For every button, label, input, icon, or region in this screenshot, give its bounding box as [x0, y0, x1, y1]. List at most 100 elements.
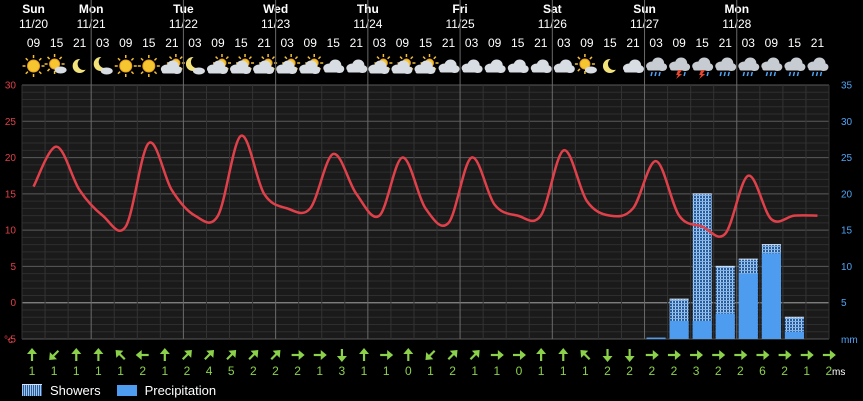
wind-arrow-icon — [469, 350, 480, 361]
right-axis-tick: 35 — [841, 81, 853, 92]
wind-speed-label: 1 — [95, 364, 102, 378]
wind-arrow-icon — [734, 350, 748, 360]
wind-speed-label: 1 — [493, 364, 500, 378]
wind-arrow-icon — [425, 349, 436, 360]
plot-area: 302520151050-5°c3530252015105mm — [4, 0, 858, 346]
cloud-icon — [507, 59, 529, 73]
wind-arrow-icon — [403, 348, 414, 361]
wind-arrow-icon — [71, 348, 82, 361]
wind-speed-label: 1 — [560, 364, 567, 378]
precipitation-bar — [646, 337, 666, 340]
partly-sunny-icon — [44, 54, 67, 74]
day-name-label: Sun — [22, 2, 45, 16]
wind-speed-label: 2 — [715, 364, 722, 378]
cloud-rain-icon — [646, 57, 668, 77]
cloud-rain-icon — [784, 57, 806, 77]
wind-speed-label: 0 — [516, 364, 523, 378]
hour-label: 21 — [626, 36, 640, 50]
wind-speed-label: 0 — [405, 364, 412, 378]
hour-label: 09 — [396, 36, 410, 50]
wind-speed-label: 1 — [803, 364, 810, 378]
moon-cloud-icon — [93, 56, 113, 75]
hour-label: 09 — [304, 36, 318, 50]
wind-arrow-icon — [248, 350, 259, 361]
wind-unit-label: ms — [832, 367, 845, 378]
moon-icon — [72, 58, 90, 73]
chart-legend: Showers Precipitation — [22, 380, 232, 400]
hour-label: 15 — [788, 36, 802, 50]
wind-arrow-icon — [512, 350, 526, 360]
wind-speed-label: 1 — [73, 364, 80, 378]
legend-showers[interactable]: Showers — [22, 383, 101, 398]
wind-arrow-icon — [800, 350, 814, 360]
wind-speed-label: 1 — [361, 364, 368, 378]
wind-speed-label: 2 — [294, 364, 301, 378]
left-axis-unit: °c — [4, 335, 13, 346]
wind-arrow-icon — [313, 350, 327, 360]
cloud-icon — [553, 59, 575, 73]
wind-speed-label: 2 — [139, 364, 146, 378]
cloud-sun-icon — [160, 54, 185, 74]
precipitation-swatch — [116, 384, 137, 396]
cloud-rain-icon — [738, 57, 760, 77]
cloud-thunder-icon — [692, 57, 714, 79]
hour-label: 21 — [442, 36, 456, 50]
wind-speed-label: 1 — [427, 364, 434, 378]
left-axis-tick: 30 — [5, 81, 17, 92]
precipitation-bar — [761, 253, 781, 339]
hour-label: 09 — [119, 36, 133, 50]
wind-arrow-icon — [93, 348, 104, 361]
wind-arrow-icon — [204, 350, 215, 361]
hour-label: 03 — [373, 36, 387, 50]
wind-arrow-icon — [181, 350, 192, 361]
cloud-thunder-icon — [669, 57, 691, 79]
hour-label: 21 — [257, 36, 271, 50]
cloud-icon — [484, 59, 506, 73]
hour-label: 09 — [488, 36, 502, 50]
right-axis-tick: 20 — [841, 189, 853, 200]
cloud-rain-icon — [715, 57, 737, 77]
wind-arrow-icon — [336, 349, 347, 362]
day-date-label: 11/20 — [19, 17, 48, 31]
wind-speed-label: 2 — [781, 364, 788, 378]
wind-speed-label: 1 — [316, 364, 323, 378]
wind-speed-label: 1 — [29, 364, 36, 378]
wind-arrow-icon — [778, 350, 792, 360]
wind-speed-label: 6 — [759, 364, 766, 378]
legend-precipitation-label: Precipitation — [144, 382, 217, 398]
wind-arrow-icon — [49, 349, 60, 360]
sun-icon — [137, 55, 160, 77]
partly-sunny-icon — [574, 54, 597, 74]
precipitation-bar — [738, 273, 758, 339]
weather-forecast-chart: Sun11/20Mon11/21Tue11/22Wed11/23Thu11/24… — [4, 0, 858, 378]
right-axis-tick: 30 — [841, 117, 853, 128]
right-axis-tick: 15 — [841, 226, 853, 237]
wind-arrow-icon — [690, 350, 704, 360]
cloud-icon — [346, 59, 368, 73]
wind-arrow-icon — [359, 348, 370, 361]
hour-label: 03 — [280, 36, 294, 50]
hour-label: 15 — [234, 36, 248, 50]
cloud-sun-icon — [368, 54, 393, 74]
hour-label: 03 — [557, 36, 571, 50]
wind-arrow-icon — [822, 350, 836, 360]
wind-speed-label: 2 — [604, 364, 611, 378]
wind-speed-label: 2 — [626, 364, 633, 378]
hour-label: 21 — [534, 36, 548, 50]
showers-bar — [692, 193, 712, 339]
cloud-icon — [461, 59, 483, 73]
hour-label: 03 — [742, 36, 756, 50]
precipitation-bar — [715, 313, 735, 339]
wind-arrow-icon — [159, 348, 170, 361]
hour-label: 21 — [165, 36, 179, 50]
wind-arrow-icon — [27, 348, 37, 361]
wind-arrow-icon — [226, 350, 237, 361]
wind-arrow-icon — [380, 350, 394, 360]
hour-label: 09 — [580, 36, 594, 50]
weather-icons-row — [22, 54, 829, 79]
cloud-icon — [530, 59, 552, 73]
wind-arrow-icon — [558, 348, 569, 361]
legend-precipitation[interactable]: Precipitation — [116, 382, 217, 398]
cloud-rain-icon — [807, 57, 829, 77]
sun-icon — [22, 55, 45, 77]
